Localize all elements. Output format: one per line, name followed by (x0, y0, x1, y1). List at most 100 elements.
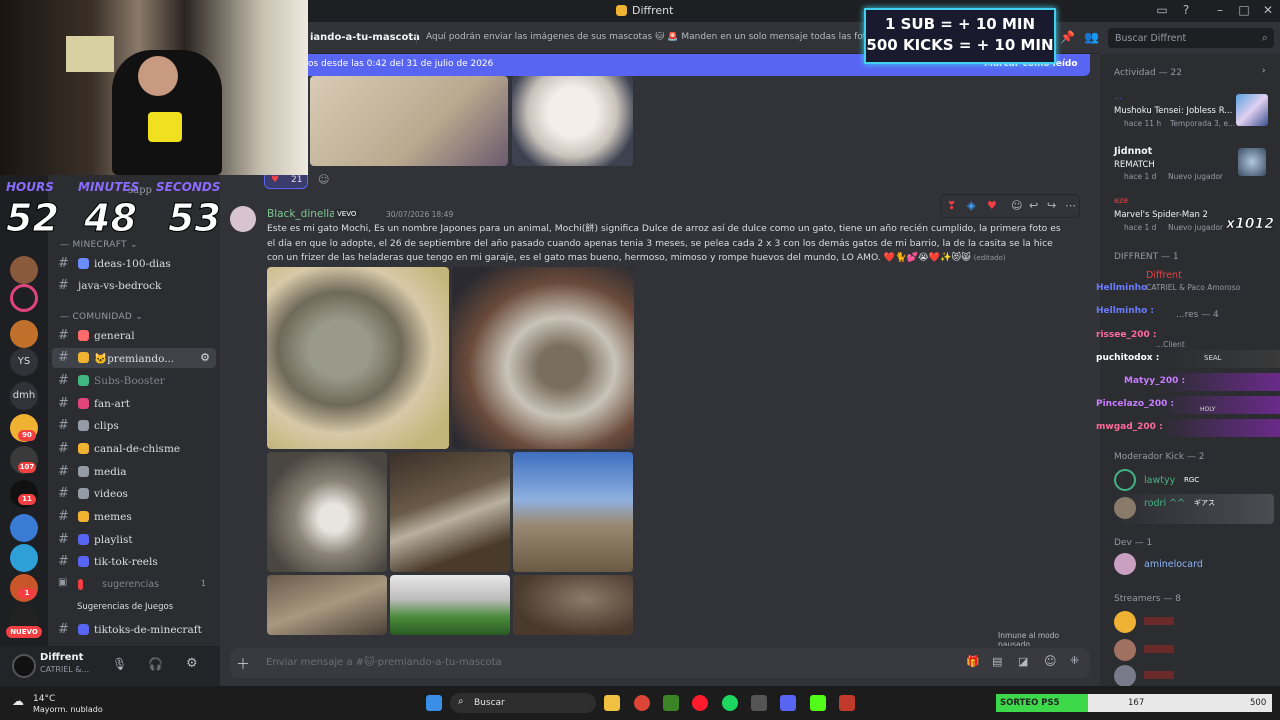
reaction-heart-icon[interactable]: ❣ (947, 199, 956, 212)
channel-label: 🐱premiando... (94, 353, 175, 365)
message-composer[interactable]: ＋ Enviar mensaje a #🐱·premiando-a-tu-mas… (230, 648, 1090, 678)
attachment-image[interactable] (452, 267, 634, 449)
pin-icon[interactable]: 📌 (1060, 30, 1075, 44)
chevron-right-icon[interactable]: › (1262, 66, 1266, 76)
server-icon[interactable] (10, 256, 38, 284)
activity-user: ... (1114, 92, 1122, 101)
avatar[interactable] (12, 654, 36, 678)
emoji-icon[interactable]: ☺ (1044, 654, 1057, 668)
author-name[interactable]: Black_dinella (267, 208, 336, 220)
sorteo-current: 167 (1128, 698, 1145, 708)
attachment-image[interactable] (267, 267, 449, 449)
member-list-icon[interactable]: 👥 (1084, 30, 1099, 44)
thread-item[interactable]: Sugerencias de Juegos (52, 598, 216, 618)
server-dmh[interactable]: dmh (10, 382, 38, 410)
channel-emoji-icon (78, 556, 89, 567)
server-icon[interactable] (10, 544, 38, 572)
microphone-icon[interactable]: 🎙 (112, 657, 127, 671)
channel-item[interactable]: # tik-tok-reels (52, 552, 216, 572)
chat-username: puchitodox : (1096, 353, 1160, 363)
channel-item[interactable]: # canal-de-chisme (52, 439, 216, 459)
search-input[interactable]: Buscar Diffrent ⌕ (1108, 28, 1274, 48)
reaction-emoji-icon[interactable]: ◈ (967, 199, 975, 212)
channel-item-active[interactable]: # 🐱premiando... ⚙ (52, 348, 216, 368)
gif-icon[interactable]: ▤ (992, 655, 1002, 668)
channel-label: java-vs-bedrock (78, 280, 162, 292)
attachment-image[interactable] (512, 76, 633, 166)
headphones-icon[interactable]: 🎧 (148, 657, 163, 671)
inbox-icon[interactable]: ▭ (1154, 3, 1170, 19)
weather-icon[interactable]: ☁ (12, 694, 24, 708)
kick-icon[interactable] (810, 695, 826, 711)
channel-emoji-icon (78, 511, 89, 522)
minimize-button[interactable]: – (1212, 3, 1228, 19)
settings-icon[interactable]: ⚙ (186, 656, 198, 671)
attachment-image[interactable] (267, 575, 387, 635)
attachment-image[interactable] (513, 575, 633, 635)
server-icon[interactable] (10, 284, 38, 312)
channel-item[interactable]: # Subs-Booster (52, 371, 216, 391)
attachment-image[interactable] (390, 575, 510, 635)
add-reaction-icon[interactable]: ☺ (1011, 199, 1022, 212)
taskbar-search[interactable]: ⌕ Buscar (450, 693, 596, 713)
close-button[interactable]: ✕ (1260, 3, 1276, 19)
member-item[interactable]: lawtyy RGC (1114, 466, 1274, 496)
maximize-button[interactable]: □ (1236, 3, 1252, 19)
member-item[interactable]: aminelocard (1114, 550, 1274, 580)
settings-gear-icon[interactable]: ⚙ (200, 351, 210, 364)
activity-card[interactable]: ... Mushoku Tensei: Jobless R... hace 11… (1114, 92, 1274, 128)
server-icon[interactable] (10, 320, 38, 348)
combo-counter: x1012 (1226, 216, 1275, 233)
channel-item[interactable]: # memes (52, 507, 216, 527)
channel-item[interactable]: # java-vs-bedrock (52, 276, 216, 296)
message-list: ♥ 21 ☺ ❣ ◈ ♥ ☺ ↩ ↪ ⋯ Black_dinella VEVO 3… (220, 76, 1090, 646)
reply-icon[interactable]: ↩ (1029, 199, 1038, 212)
activity-card[interactable]: Jidnnot REMATCH hace 1 d Nuevo jugador (1114, 144, 1274, 181)
channel-item[interactable]: # fan-art (52, 394, 216, 414)
chat-username: Hellminho : (1096, 306, 1154, 316)
activity-header: Actividad — 22 (1114, 68, 1182, 78)
channel-item[interactable]: # videos (52, 484, 216, 504)
channel-item[interactable]: ▣ sugerencias 1 (52, 575, 216, 595)
sticker-icon[interactable]: ◪ (1018, 655, 1028, 668)
member-item[interactable] (1114, 608, 1274, 638)
help-icon[interactable]: ? (1178, 3, 1194, 19)
channel-item[interactable]: # media (52, 462, 216, 482)
apps-icon[interactable]: ⁜ (1070, 654, 1079, 667)
chat-username: mwgad_200 : (1096, 422, 1163, 432)
start-icon[interactable] (426, 695, 442, 711)
discord-icon[interactable] (780, 695, 796, 711)
file-explorer-icon[interactable] (604, 695, 620, 711)
spotify-icon[interactable] (722, 695, 738, 711)
opera-icon[interactable] (692, 695, 708, 711)
channel-item[interactable]: # ideas-100-dias (52, 254, 216, 274)
add-attachment-icon[interactable]: ＋ (236, 654, 250, 674)
server-ys[interactable]: YS (10, 348, 38, 376)
channel-item[interactable]: # general (52, 326, 216, 346)
attachment-image[interactable] (513, 452, 633, 572)
channel-item[interactable]: # playlist (52, 530, 216, 550)
server-icon[interactable] (10, 514, 38, 542)
chrome-icon[interactable] (634, 695, 650, 711)
member-name-blurred (1144, 671, 1174, 679)
attachment-image[interactable] (390, 452, 510, 572)
banner-text: os desde las 0:42 del 31 de julio de 202… (308, 59, 494, 69)
category-comunidad[interactable]: — COMUNIDAD ⌄ (60, 312, 143, 322)
channel-topic[interactable]: Aquí podrán enviar las imágenes de sus m… (426, 32, 866, 42)
channel-item[interactable]: # tiktoks-de-minecraft (52, 620, 216, 640)
attachment-image[interactable] (267, 452, 387, 572)
app-icon[interactable] (839, 695, 855, 711)
hash-icon: # (58, 418, 69, 433)
forward-icon[interactable]: ↪ (1047, 199, 1056, 212)
gift-icon[interactable]: 🎁 (966, 655, 980, 668)
reaction-heart-icon[interactable]: ♥ (987, 199, 997, 212)
author-avatar[interactable] (230, 206, 256, 232)
add-reaction-icon[interactable]: ☺ (318, 173, 329, 186)
category-minecraft[interactable]: — MINECRAFT ⌄ (60, 240, 138, 250)
channel-item[interactable]: # clips (52, 416, 216, 436)
member-item[interactable]: rodri ^^ ギアス (1114, 494, 1274, 524)
attachment-image[interactable] (310, 76, 508, 166)
app-icon[interactable] (751, 695, 767, 711)
minecraft-icon[interactable] (663, 695, 679, 711)
more-icon[interactable]: ⋯ (1065, 199, 1076, 212)
